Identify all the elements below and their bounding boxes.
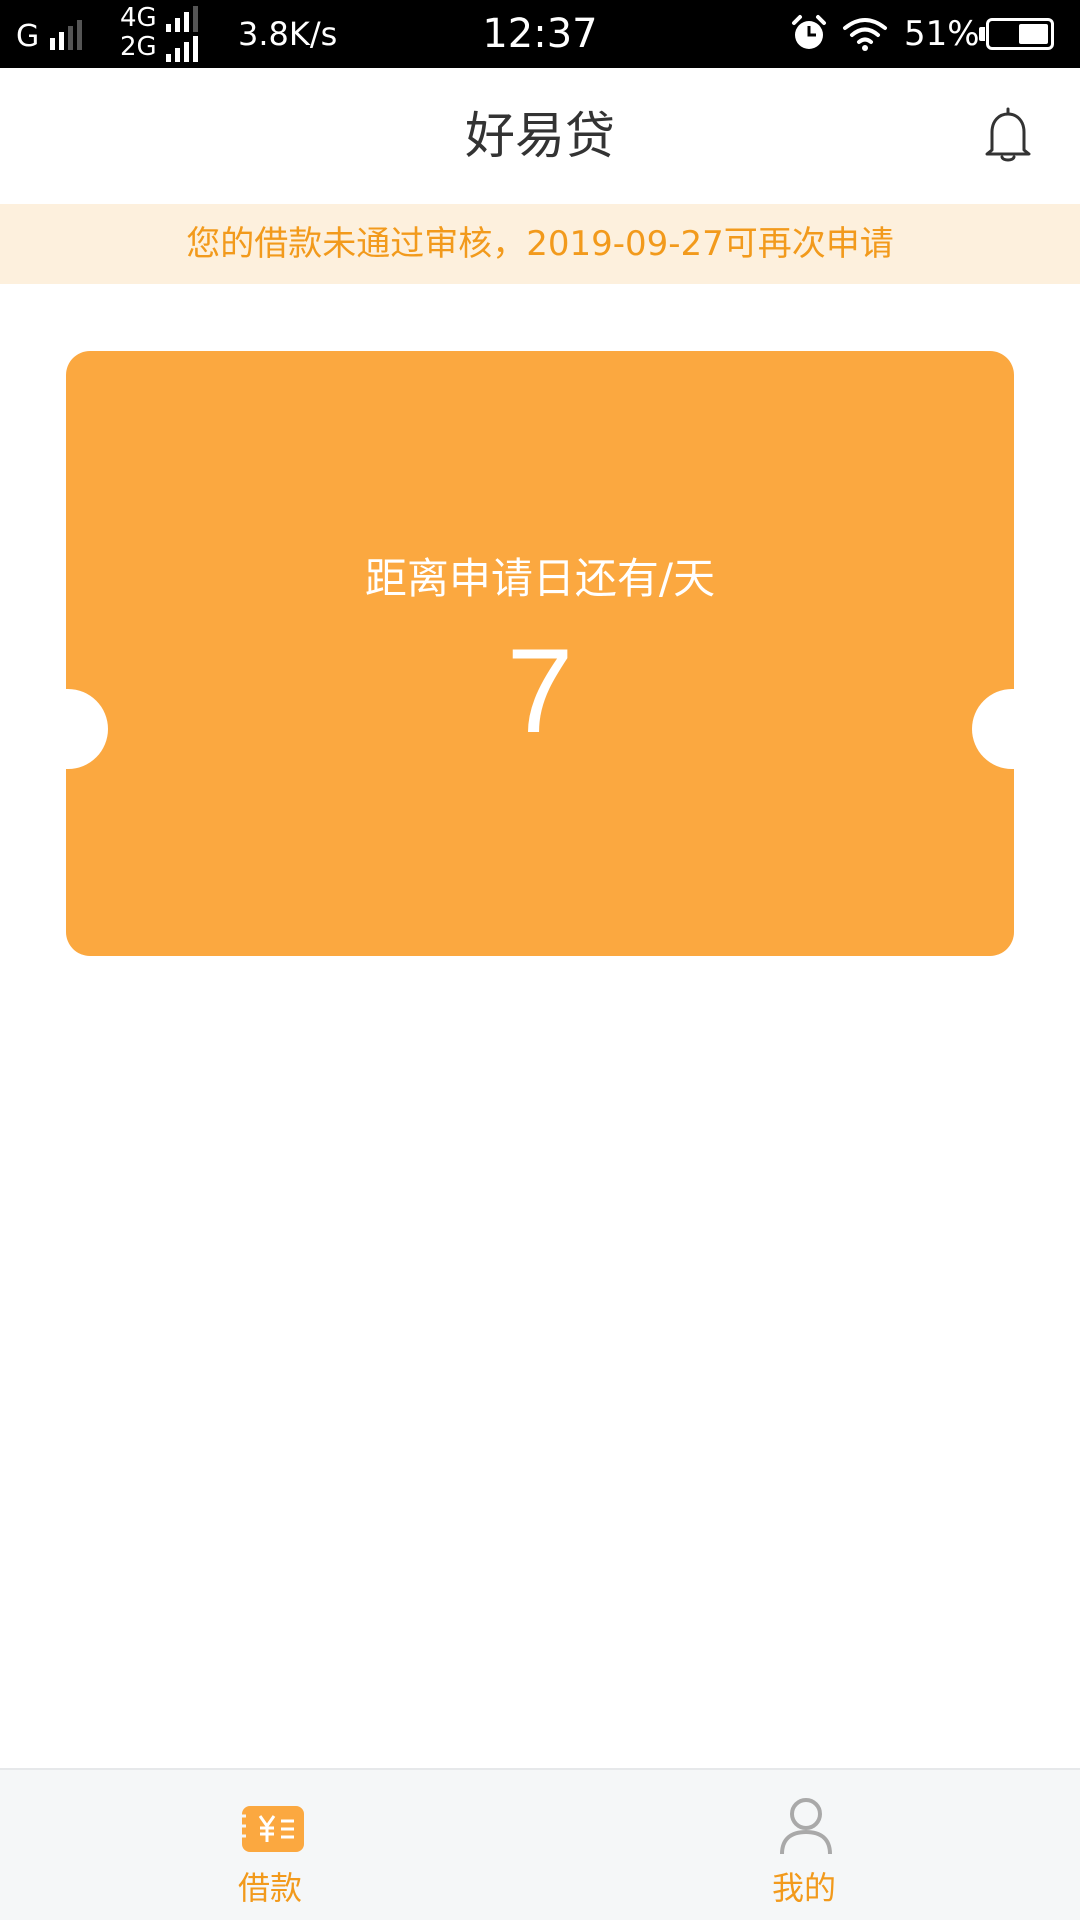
battery-percent: 51% xyxy=(904,14,980,54)
tab-loan[interactable]: 借款 xyxy=(0,1770,540,1920)
countdown-label: 距离申请日还有/天 xyxy=(364,554,716,603)
tab-loan-label: 借款 xyxy=(237,1869,302,1907)
alarm-icon xyxy=(792,15,826,49)
bottom-tab-bar: 借款 我的 xyxy=(0,1768,1080,1920)
battery-tip xyxy=(979,27,985,41)
wifi-icon xyxy=(843,18,887,51)
status-bar: G 4G 2G 3.8K/s 12:37 51% xyxy=(0,0,1080,68)
tab-mine-label: 我的 xyxy=(771,1869,836,1907)
page-title: 好易贷 xyxy=(465,107,615,165)
countdown-days: 7 xyxy=(506,624,574,758)
user-icon xyxy=(780,1798,832,1855)
battery-fill xyxy=(1019,24,1048,44)
battery-icon xyxy=(986,18,1054,50)
rejection-notice: 您的借款未通过审核，2019-09-27可再次申请 xyxy=(0,204,1080,284)
app-header: 好易贷 xyxy=(0,68,1080,204)
tab-mine[interactable]: 我的 xyxy=(540,1770,1080,1920)
countdown-card: 距离申请日还有/天 7 xyxy=(66,351,1014,956)
bell-icon[interactable] xyxy=(982,106,1034,164)
loan-icon xyxy=(239,1806,304,1852)
app-screen: G 4G 2G 3.8K/s 12:37 51% 好易贷 您的借款未通过审核，2… xyxy=(0,0,1080,1920)
